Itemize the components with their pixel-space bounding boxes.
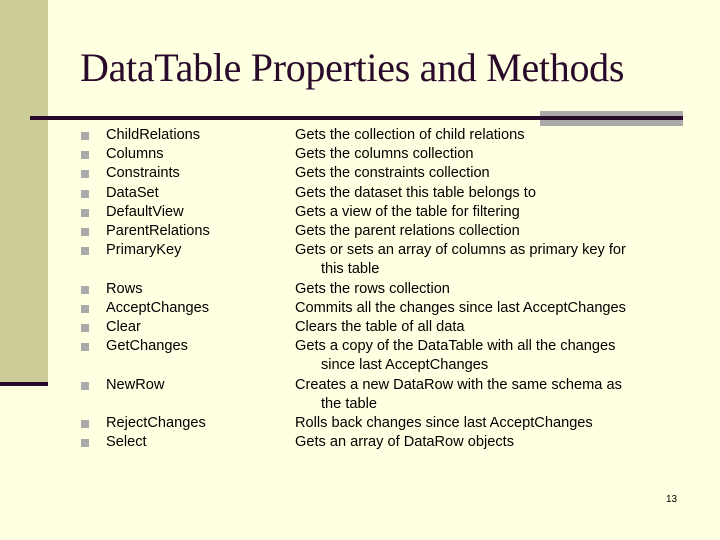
member-description: Gets the collection of child relations [295, 126, 665, 145]
square-bullet-icon [81, 247, 89, 256]
list-item: DataSet Gets the dataset this table belo… [0, 184, 720, 203]
description-text: Gets the constraints collection [295, 165, 490, 182]
description-text: Gets the dataset this table belongs to [295, 184, 536, 201]
member-description: Gets the constraints collection [295, 164, 665, 183]
member-name: RejectChanges [106, 415, 206, 432]
description-continuation: the table [321, 395, 377, 412]
square-bullet-icon [81, 439, 89, 448]
member-list: ChildRelations Gets the collection of ch… [0, 126, 720, 452]
member-description: Gets an array of DataRow objects [295, 433, 665, 452]
list-item: ChildRelations Gets the collection of ch… [0, 126, 720, 145]
list-item: AcceptChanges Commits all the changes si… [0, 299, 720, 318]
square-bullet-icon [81, 381, 89, 390]
description-text: Creates a new DataRow with the same sche… [295, 376, 622, 393]
description-text: Clears the table of all data [295, 319, 465, 336]
description-text: Gets a copy of the DataTable with all th… [295, 338, 616, 355]
description-text: Gets the collection of child relations [295, 127, 525, 143]
list-item: Columns Gets the columns collection [0, 145, 720, 164]
description-text: Commits all the changes since last Accep… [295, 299, 626, 316]
list-item: NewRow Creates a new DataRow with the sa… [0, 376, 720, 414]
member-description: Gets the rows collection [295, 280, 665, 299]
description-text: Gets the rows collection [295, 280, 450, 297]
member-name: Rows [106, 280, 143, 297]
member-name: GetChanges [106, 338, 188, 355]
square-bullet-icon [81, 324, 89, 333]
square-bullet-icon [81, 151, 89, 160]
member-description: Gets a view of the table for filtering [295, 203, 665, 222]
list-item: Constraints Gets the constraints collect… [0, 164, 720, 183]
square-bullet-icon [81, 189, 89, 198]
description-text: Gets an array of DataRow objects [295, 434, 515, 451]
title-rule [30, 116, 683, 120]
member-name: DataSet [106, 184, 159, 201]
description-continuation: this table [321, 261, 380, 278]
member-description: Gets the dataset this table belongs to [295, 184, 665, 203]
member-name: Columns [106, 146, 164, 163]
description-text: Rolls back changes since last AcceptChan… [295, 415, 593, 432]
member-name: Clear [106, 319, 141, 336]
square-bullet-icon [81, 132, 89, 140]
slide-title: DataTable Properties and Methods [80, 45, 625, 90]
square-bullet-icon [81, 208, 89, 217]
list-item: RejectChanges Rolls back changes since l… [0, 414, 720, 433]
member-description: Gets the columns collection [295, 145, 665, 164]
list-item: DefaultView Gets a view of the table for… [0, 203, 720, 222]
description-text: Gets or sets an array of columns as prim… [295, 242, 626, 259]
list-item: Select Gets an array of DataRow objects [0, 433, 720, 452]
square-bullet-icon [81, 170, 89, 179]
member-name: Constraints [106, 165, 180, 182]
description-text: Gets the columns collection [295, 146, 474, 163]
list-item: Rows Gets the rows collection [0, 280, 720, 299]
square-bullet-icon [81, 285, 89, 294]
list-item: Clear Clears the table of all data [0, 318, 720, 337]
list-item: ParentRelations Gets the parent relation… [0, 222, 720, 241]
square-bullet-icon [81, 343, 89, 352]
member-name: ParentRelations [106, 223, 210, 240]
description-text: Gets a view of the table for filtering [295, 203, 520, 220]
member-name: ChildRelations [106, 127, 201, 143]
member-name: AcceptChanges [106, 299, 210, 316]
member-description: Clears the table of all data [295, 318, 665, 337]
square-bullet-icon [81, 304, 89, 313]
description-continuation: since last AcceptChanges [321, 357, 489, 374]
list-item: PrimaryKey Gets or sets an array of colu… [0, 241, 720, 279]
member-description: Rolls back changes since last AcceptChan… [295, 414, 665, 433]
member-name: DefaultView [106, 203, 184, 220]
page-number: 13 [666, 494, 678, 505]
member-description: Gets or sets an array of columns as prim… [295, 241, 665, 279]
description-text: Gets the parent relations collection [295, 223, 520, 240]
member-description: Gets a copy of the DataTable with all th… [295, 337, 665, 375]
member-description: Commits all the changes since last Accep… [295, 299, 665, 318]
member-name: PrimaryKey [106, 242, 182, 259]
member-name: NewRow [106, 376, 165, 393]
member-description: Creates a new DataRow with the same sche… [295, 376, 665, 414]
list-item: GetChanges Gets a copy of the DataTable … [0, 337, 720, 375]
member-description: Gets the parent relations collection [295, 222, 665, 241]
square-bullet-icon [81, 420, 89, 429]
square-bullet-icon [81, 228, 89, 237]
member-name: Select [106, 434, 147, 451]
